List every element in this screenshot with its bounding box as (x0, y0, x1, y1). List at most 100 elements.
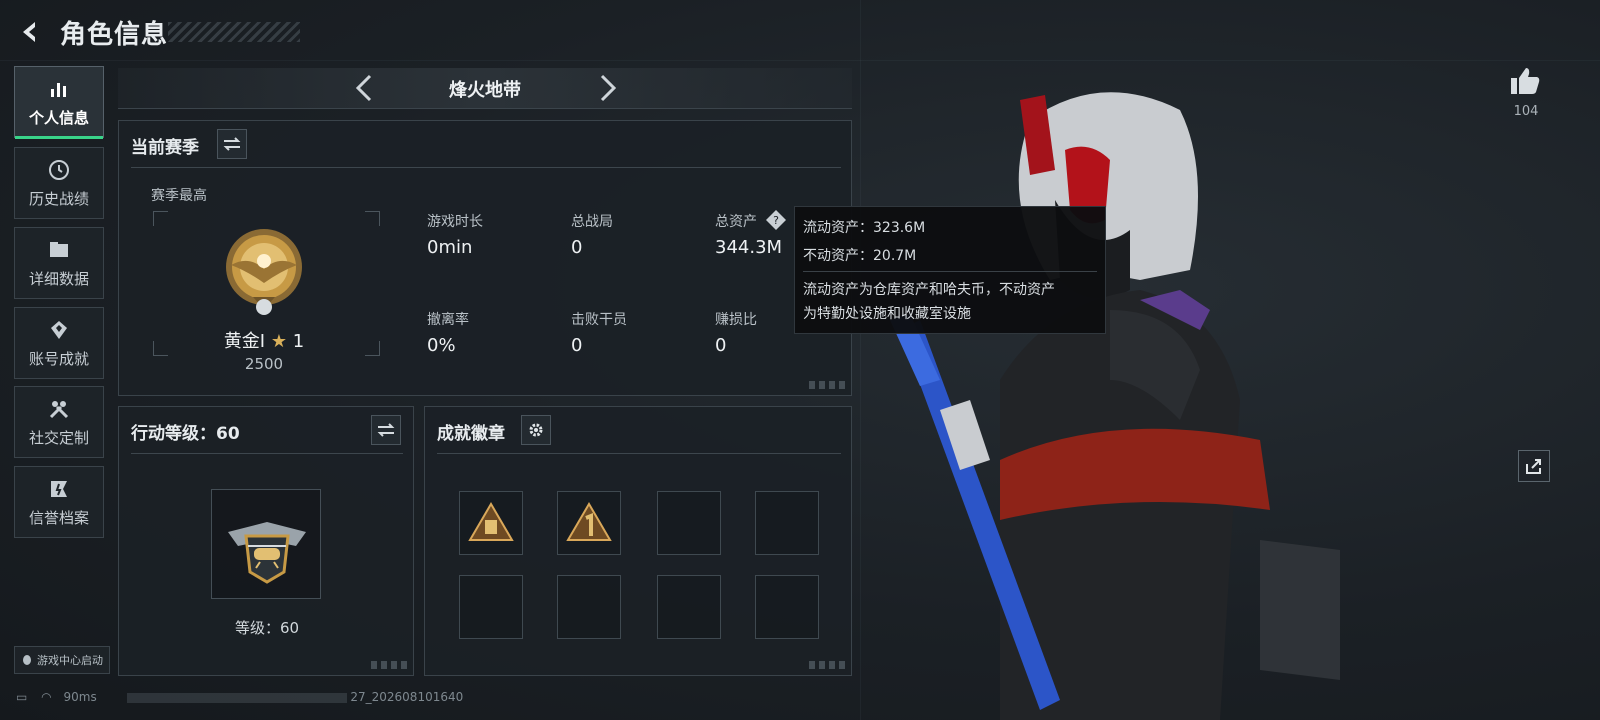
action-level-title: 行动等级：60 (131, 424, 240, 444)
rank-one-badge-icon (566, 502, 612, 541)
action-level-switch-button[interactable] (371, 415, 401, 445)
stat-label: 撤离率 (427, 312, 469, 328)
swap-icon (223, 137, 241, 151)
achievement-badges-panel: 成就徽章 (424, 406, 852, 676)
corner-decoration (809, 381, 845, 389)
mode-name: 烽火地带 (449, 80, 521, 101)
grid-line (860, 0, 861, 720)
svg-text:?: ? (773, 214, 779, 227)
title-decoration (168, 22, 300, 42)
tooltip-liquid-assets: 流动资产：323.6M (803, 220, 926, 236)
status-bar: ▭ ◠ 90ms 27_202608101640 (16, 690, 463, 704)
frame-corner (153, 341, 168, 356)
mode-next-arrow-icon[interactable] (592, 72, 622, 104)
tools-icon (49, 400, 69, 418)
mode-switcher: 烽火地带 (118, 68, 852, 109)
gear-icon (529, 423, 543, 437)
frame-corner (365, 211, 380, 226)
level-emblem-frame (211, 489, 321, 599)
frame-corner (153, 211, 168, 226)
sidebar-item-label: 信誉档案 (28, 508, 89, 527)
asset-tooltip: 流动资产：323.6M 不动资产：20.7M 流动资产为仓库资产和哈夫币，不动资… (794, 206, 1106, 334)
folder-icon (50, 241, 68, 257)
season-best-label: 赛季最高 (151, 188, 207, 204)
badge-slot[interactable] (755, 575, 819, 639)
sidebar-item-label: 历史战绩 (28, 189, 89, 208)
stat-label: 游戏时长 (427, 214, 483, 230)
achievements-settings-button[interactable] (521, 415, 551, 445)
gold-rank-emblem-icon (226, 229, 302, 315)
page-title: 角色信息 (60, 20, 169, 50)
divider (131, 167, 841, 168)
stat-value: 0 (715, 335, 727, 356)
badge-slot[interactable] (657, 575, 721, 639)
thumbs-up-icon (1511, 68, 1540, 94)
battery-icon: ▭ (16, 690, 28, 704)
history-icon (49, 159, 69, 180)
current-season-panel: 当前赛季 赛季最高 黄金I ★ 1 2500 游戏时长 0min 总战局 0 总… (118, 120, 852, 396)
season-title: 当前赛季 (131, 138, 199, 158)
game-center-label: 游戏中心启动 (37, 654, 103, 667)
star-icon: ★ (270, 331, 287, 352)
ping-value: 90ms (63, 690, 97, 704)
rank-stars: 1 (292, 331, 305, 352)
helicopter-emblem-icon (228, 522, 306, 584)
stat-label: 赚损比 (715, 312, 757, 328)
frame-corner (365, 341, 380, 356)
sidebar-item-detail-data[interactable]: 详细数据 (14, 227, 104, 299)
corner-decoration (809, 661, 845, 669)
like-count: 104 (1513, 104, 1539, 119)
rank-points: 2500 (244, 355, 284, 373)
action-level-panel: 行动等级：60 等级：60 (118, 406, 414, 676)
badge-slot[interactable] (755, 491, 819, 555)
question-icon: ? (766, 210, 786, 230)
sidebar-item-personal-info[interactable]: 个人信息 (14, 66, 104, 139)
like-button[interactable] (1508, 64, 1542, 98)
achievements-title: 成就徽章 (437, 424, 505, 444)
back-button[interactable] (16, 18, 44, 46)
badge-slot[interactable] (557, 491, 621, 555)
sidebar-item-label: 账号成就 (28, 349, 89, 368)
badge-slot[interactable] (459, 491, 523, 555)
share-icon (1526, 459, 1541, 474)
share-button[interactable] (1518, 450, 1550, 482)
divider (803, 271, 1097, 272)
asset-help-button[interactable]: ? (765, 209, 787, 231)
stat-value: 0min (427, 237, 473, 258)
level-text: 等级：60 (234, 619, 300, 637)
credit-icon (51, 480, 67, 497)
divider (437, 453, 841, 454)
sidebar-item-social-custom[interactable]: 社交定制 (14, 386, 104, 458)
blurred-text (126, 692, 347, 703)
badge-slot[interactable] (459, 575, 523, 639)
stat-value: 0 (571, 237, 583, 258)
stat-label: 总战局 (571, 214, 613, 230)
sidebar-item-history[interactable]: 历史战绩 (14, 147, 104, 219)
corner-decoration (371, 661, 407, 669)
stat-value: 0 (571, 335, 583, 356)
stat-label: 总资产 (715, 214, 757, 230)
tooltip-fixed-assets: 不动资产：20.7M (803, 248, 917, 264)
rank-line: 黄金I ★ 1 (209, 327, 319, 353)
season-switch-button[interactable] (217, 129, 247, 159)
grid-line (0, 60, 1600, 61)
build-id: 27_202608101640 (350, 690, 464, 704)
badge-slot[interactable] (557, 575, 621, 639)
stat-label: 击败干员 (571, 312, 627, 328)
stat-value: 0% (427, 335, 456, 356)
sidebar-item-achievement[interactable]: 账号成就 (14, 307, 104, 379)
tooltip-description-line1: 流动资产为仓库资产和哈夫币，不动资产 (803, 282, 1055, 298)
badge-slot[interactable] (657, 491, 721, 555)
divider (131, 453, 403, 454)
bar-chart-icon (51, 82, 66, 97)
sidebar-item-credit[interactable]: 信誉档案 (14, 466, 104, 538)
rank-name: 黄金I (223, 331, 266, 352)
tooltip-description-line2: 为特勤处设施和收藏室设施 (803, 306, 971, 322)
sidebar-item-label: 个人信息 (28, 108, 89, 127)
character-portrait (890, 92, 1340, 720)
back-arrow-icon (23, 22, 35, 42)
game-center-button[interactable]: 游戏中心启动 (14, 646, 110, 674)
sidebar-item-label: 社交定制 (28, 428, 89, 447)
penguin-icon (23, 655, 31, 665)
stat-value: 344.3M (715, 237, 783, 258)
